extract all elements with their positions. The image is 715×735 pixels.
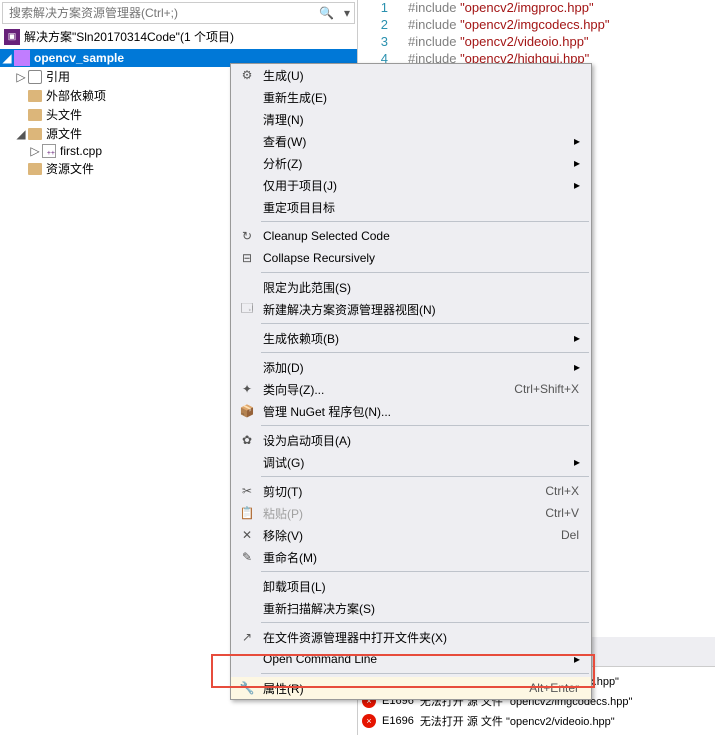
menu-debug[interactable]: 调试(G)▸ <box>231 451 591 473</box>
expander-icon[interactable]: ▷ <box>28 144 42 158</box>
menu-analyze[interactable]: 分析(Z)▸ <box>231 152 591 174</box>
menu-paste: 📋粘贴(P)Ctrl+V <box>231 502 591 524</box>
nuget-icon: 📦 <box>235 404 259 418</box>
tree-label: 引用 <box>46 68 70 85</box>
solution-node[interactable]: ▣ 解决方案"Sln20170314Code"(1 个项目) <box>0 26 357 47</box>
menu-clean[interactable]: 清理(N) <box>231 108 591 130</box>
folder-icon <box>28 128 42 140</box>
menu-remove[interactable]: ✕移除(V)Del <box>231 524 591 546</box>
new-view-icon: 🗔 <box>235 299 259 320</box>
expander-icon[interactable]: ◢ <box>0 51 14 65</box>
tree-label: 源文件 <box>46 125 82 142</box>
tree-label: 资源文件 <box>46 160 94 177</box>
menu-add[interactable]: 添加(D)▸ <box>231 356 591 378</box>
submenu-arrow-icon: ▸ <box>571 360 583 374</box>
search-dropdown[interactable]: ▾ <box>340 6 354 20</box>
menu-separator <box>261 352 589 353</box>
collapse-icon: ⊟ <box>235 251 259 265</box>
tree-label: 外部依赖项 <box>46 87 106 104</box>
submenu-arrow-icon: ▸ <box>571 178 583 192</box>
project-label: opencv_sample <box>34 51 124 65</box>
folder-icon <box>28 90 42 102</box>
tree-label: 头文件 <box>46 106 82 123</box>
submenu-arrow-icon: ▸ <box>571 331 583 345</box>
class-wizard-icon: ✦ <box>235 382 259 396</box>
menu-unload[interactable]: 卸载项目(L) <box>231 575 591 597</box>
menu-properties[interactable]: 🔧属性(R)Alt+Enter <box>231 677 591 699</box>
remove-icon: ✕ <box>235 528 259 542</box>
menu-open-folder[interactable]: ↗在文件资源管理器中打开文件夹(X) <box>231 626 591 648</box>
folder-icon <box>28 109 42 121</box>
menu-nuget[interactable]: 📦管理 NuGet 程序包(N)... <box>231 400 591 422</box>
search-bar: 🔍 ▾ <box>2 2 355 24</box>
menu-build-deps[interactable]: 生成依赖项(B)▸ <box>231 327 591 349</box>
folder-icon <box>28 163 42 175</box>
menu-separator <box>261 323 589 324</box>
submenu-arrow-icon: ▸ <box>571 156 583 170</box>
cpp-project-icon <box>14 50 30 66</box>
menu-cut[interactable]: ✂剪切(T)Ctrl+X <box>231 480 591 502</box>
menu-rename[interactable]: ✎重命名(M) <box>231 546 591 568</box>
menu-view[interactable]: 查看(W)▸ <box>231 130 591 152</box>
solution-label: 解决方案"Sln20170314Code"(1 个项目) <box>24 28 234 45</box>
expander-icon[interactable]: ▷ <box>14 70 28 84</box>
menu-project-only[interactable]: 仅用于项目(J)▸ <box>231 174 591 196</box>
build-icon: ⚙ <box>235 68 259 82</box>
properties-icon: 🔧 <box>235 681 259 695</box>
menu-separator <box>261 476 589 477</box>
menu-separator <box>261 571 589 572</box>
menu-separator <box>261 221 589 222</box>
open-folder-icon: ↗ <box>235 630 259 644</box>
cut-icon: ✂ <box>235 484 259 498</box>
menu-rebuild[interactable]: 重新生成(E) <box>231 86 591 108</box>
startup-icon: ✿ <box>235 433 259 447</box>
menu-class-wizard[interactable]: ✦类向导(Z)...Ctrl+Shift+X <box>231 378 591 400</box>
menu-new-view[interactable]: 🗔新建解决方案资源管理器视图(N) <box>231 298 591 320</box>
submenu-arrow-icon: ▸ <box>571 652 583 666</box>
cpp-file-icon <box>42 144 56 158</box>
submenu-arrow-icon: ▸ <box>571 134 583 148</box>
search-input[interactable] <box>3 4 313 22</box>
menu-build[interactable]: ⚙生成(U) <box>231 64 591 86</box>
error-icon: × <box>362 714 376 728</box>
line-gutter: 1234 <box>358 0 398 68</box>
menu-retarget[interactable]: 重定项目目标 <box>231 196 591 218</box>
menu-separator <box>261 272 589 273</box>
menu-separator <box>261 673 589 674</box>
menu-cleanup-code[interactable]: ↻Cleanup Selected Code <box>231 225 591 247</box>
menu-separator <box>261 622 589 623</box>
tree-label: first.cpp <box>60 144 102 158</box>
menu-collapse[interactable]: ⊟Collapse Recursively <box>231 247 591 269</box>
error-row[interactable]: ×E1696无法打开 源 文件 "opencv2/videoio.hpp" <box>362 711 711 731</box>
search-icon[interactable]: 🔍 <box>313 6 340 20</box>
cleanup-icon: ↻ <box>235 229 259 243</box>
context-menu: ⚙生成(U) 重新生成(E) 清理(N) 查看(W)▸ 分析(Z)▸ 仅用于项目… <box>230 63 592 700</box>
menu-separator <box>261 425 589 426</box>
menu-open-cmd[interactable]: Open Command Line▸ <box>231 648 591 670</box>
menu-rescan[interactable]: 重新扫描解决方案(S) <box>231 597 591 619</box>
menu-scope[interactable]: 限定为此范围(S) <box>231 276 591 298</box>
references-icon <box>28 70 42 84</box>
expander-icon[interactable]: ◢ <box>14 127 28 141</box>
submenu-arrow-icon: ▸ <box>571 455 583 469</box>
paste-icon: 📋 <box>235 506 259 520</box>
vs-icon: ▣ <box>4 29 20 45</box>
rename-icon: ✎ <box>235 550 259 564</box>
menu-startup[interactable]: ✿设为启动项目(A) <box>231 429 591 451</box>
